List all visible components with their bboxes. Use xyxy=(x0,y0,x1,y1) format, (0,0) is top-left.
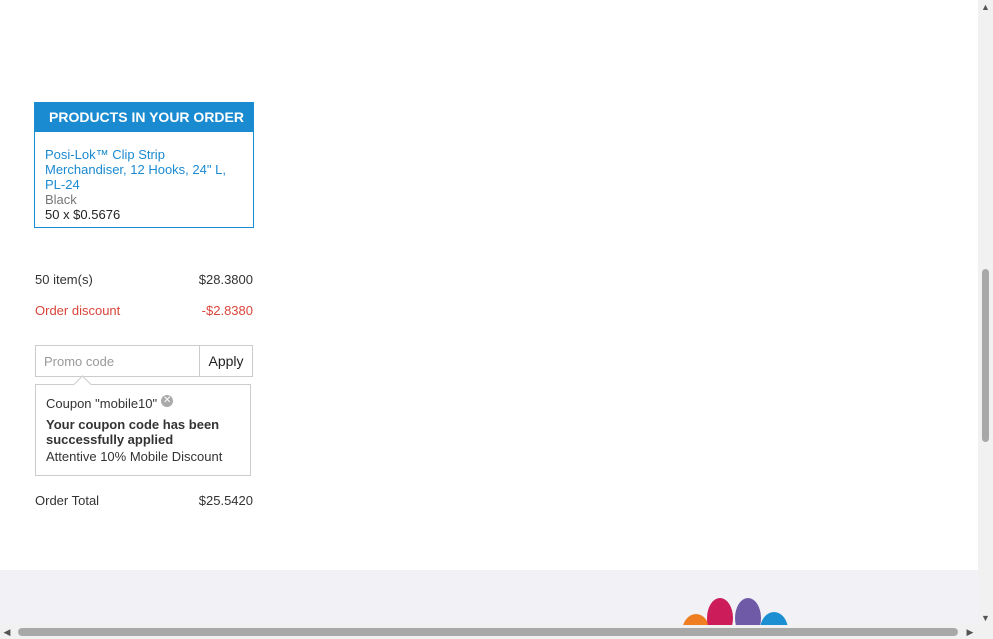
coupon-description: Attentive 10% Mobile Discount xyxy=(46,449,223,464)
order-discount-value: -$2.8380 xyxy=(201,303,253,318)
order-total-row: Order Total $25.5420 xyxy=(35,493,253,508)
arrow-up-icon[interactable]: ▲ xyxy=(978,0,993,14)
page-viewport: PRODUCTS IN YOUR ORDER Posi-Lok™ Clip St… xyxy=(0,0,978,625)
promo-code-input[interactable] xyxy=(35,345,199,377)
arrow-left-icon[interactable]: ◀ xyxy=(0,625,14,639)
order-discount-row: Order discount -$2.8380 xyxy=(35,303,253,318)
coupon-success-message: Your coupon code has been successfully a… xyxy=(46,417,220,447)
horizontal-scrollbar-thumb[interactable] xyxy=(18,628,958,636)
page-footer xyxy=(0,570,978,625)
horizontal-scrollbar[interactable]: ◀ ▶ xyxy=(0,625,993,639)
items-subtotal-row: 50 item(s) $28.3800 xyxy=(35,272,253,287)
products-in-order-box: PRODUCTS IN YOUR ORDER Posi-Lok™ Clip St… xyxy=(34,102,254,228)
arrow-right-icon[interactable]: ▶ xyxy=(963,625,977,639)
promo-code-form: Apply xyxy=(35,345,253,377)
coupon-applied-message: Coupon "mobile10" ✕ Your coupon code has… xyxy=(35,384,251,476)
products-header: PRODUCTS IN YOUR ORDER xyxy=(35,103,253,132)
peacock-logo-icon xyxy=(683,598,788,625)
order-total-value: $25.5420 xyxy=(198,493,253,508)
coupon-code-text: Coupon "mobile10" xyxy=(46,396,158,411)
order-total-label: Order Total xyxy=(35,493,100,508)
order-discount-label: Order discount xyxy=(35,303,121,318)
close-circle-icon[interactable]: ✕ xyxy=(161,395,174,407)
coupon-code-line: Coupon "mobile10" ✕ xyxy=(46,395,240,412)
product-variant: Black xyxy=(45,192,77,207)
apply-promo-button[interactable]: Apply xyxy=(199,345,253,377)
arrow-down-icon[interactable]: ▼ xyxy=(978,611,993,625)
vertical-scrollbar[interactable]: ▲ ▼ xyxy=(978,0,993,625)
product-name-link[interactable]: Posi-Lok™ Clip Strip Merchandiser, 12 Ho… xyxy=(45,147,243,192)
product-quantity-price: 50 x $0.5676 xyxy=(45,207,121,222)
items-count-label: 50 item(s) xyxy=(35,272,93,287)
vertical-scrollbar-thumb[interactable] xyxy=(982,269,989,442)
order-product-item: Posi-Lok™ Clip Strip Merchandiser, 12 Ho… xyxy=(35,132,253,222)
items-subtotal-value: $28.3800 xyxy=(198,272,253,287)
